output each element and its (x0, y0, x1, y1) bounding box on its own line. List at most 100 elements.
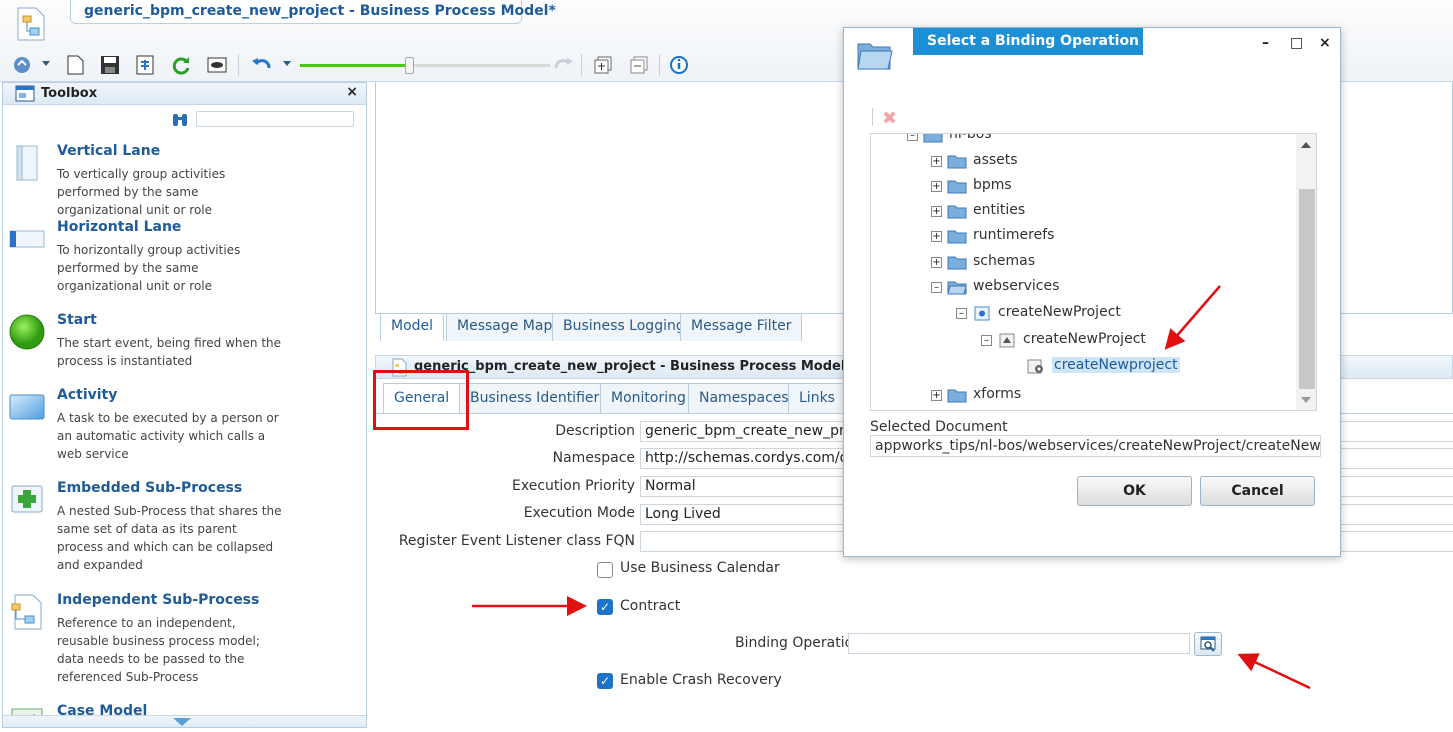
folder-icon (947, 256, 967, 270)
toolbox-item-independent-subprocess[interactable]: Independent Sub-Process Reference to an … (3, 592, 366, 697)
toolbox-icon (15, 85, 35, 102)
redo-icon[interactable] (553, 54, 575, 76)
tab-namespaces[interactable]: Namespaces (688, 383, 800, 413)
tool-name: Horizontal Lane (57, 219, 182, 235)
vertical-lane-icon (16, 145, 38, 181)
webservice-icon (999, 333, 1015, 348)
repository-tree: – nl-bos + assets + bpms + entities + ru… (870, 133, 1317, 411)
crash-recovery-checkbox[interactable]: ✓ (597, 673, 613, 689)
contract-checkbox[interactable]: ✓ (597, 599, 613, 615)
toolbox-item-embedded-subprocess[interactable]: Embedded Sub-Process A nested Sub-Proces… (3, 480, 366, 585)
toolbar (0, 50, 700, 80)
tree-node-label: runtimerefs (973, 227, 1055, 243)
minimize-icon[interactable]: – (1262, 35, 1269, 51)
tree-node-label: schemas (973, 253, 1035, 269)
close-icon[interactable]: × (346, 84, 358, 100)
chevron-down-icon[interactable] (173, 718, 191, 726)
toolbox-item-horizontal-lane[interactable]: Horizontal Lane To horizontally group ac… (3, 219, 366, 309)
toolbox-item-vertical-lane[interactable]: Vertical Lane To vertically group activi… (3, 143, 366, 217)
tree-scrollbar-thumb[interactable] (1299, 189, 1315, 389)
tool-name: Embedded Sub-Process (57, 480, 243, 496)
tool-name: Activity (57, 387, 118, 403)
tool-description: A nested Sub-Process that shares the sam… (57, 504, 282, 572)
close-icon[interactable]: × (1319, 35, 1331, 51)
tab-links[interactable]: Links (788, 383, 846, 413)
scroll-up-icon[interactable] (1301, 142, 1311, 148)
tab-message-map[interactable]: Message Map (446, 313, 564, 341)
maximize-icon[interactable]: □ (1290, 35, 1303, 51)
collapse-icon[interactable]: – (907, 134, 918, 141)
cancel-button[interactable]: Cancel (1200, 476, 1315, 506)
tool-description: To vertically group activities performed… (57, 167, 226, 217)
document-title-tab[interactable]: generic_bpm_create_new_project - Busines… (70, 0, 556, 24)
folder-icon (947, 155, 967, 169)
tree-node-label: webservices (973, 278, 1060, 294)
folder-open-icon (857, 43, 893, 70)
webservice-interface-icon (974, 306, 990, 321)
tab-message-filter[interactable]: Message Filter (680, 313, 803, 341)
expand-icon[interactable]: + (931, 181, 942, 192)
properties-title: generic_bpm_create_new_project - Busines… (414, 359, 853, 374)
folder-icon (947, 389, 967, 403)
browse-icon (1200, 636, 1216, 652)
expand-icon[interactable]: + (931, 156, 942, 167)
refresh-icon[interactable] (170, 54, 192, 76)
independent-subprocess-icon (11, 594, 42, 630)
divider (872, 108, 873, 126)
start-event-icon (9, 314, 45, 350)
save-as-icon[interactable] (134, 54, 156, 76)
toolbox-item-start[interactable]: Start The start event, being fired when … (3, 312, 366, 382)
use-business-calendar-checkbox[interactable] (597, 562, 613, 578)
collapse-all-icon[interactable] (628, 54, 650, 76)
tool-description: Reference to an independent, reusable bu… (57, 616, 260, 684)
tool-name: Start (57, 312, 97, 328)
tool-name: Vertical Lane (57, 143, 161, 159)
undo-icon[interactable] (250, 54, 272, 76)
operation-gear-icon (1027, 359, 1043, 374)
collapse-icon[interactable]: – (956, 308, 967, 319)
ok-button[interactable]: OK (1077, 476, 1192, 506)
execution-priority-label: Execution Priority (512, 478, 635, 494)
use-business-calendar-label: Use Business Calendar (620, 560, 780, 576)
binding-operation-label: Binding Operation (735, 635, 863, 651)
toolbox-search-input[interactable] (196, 111, 354, 127)
expand-icon[interactable]: + (931, 206, 942, 217)
expand-all-icon[interactable] (592, 54, 614, 76)
collapse-icon[interactable]: – (931, 282, 942, 293)
expand-icon[interactable]: + (931, 390, 942, 401)
namespace-label: Namespace (552, 450, 635, 466)
scroll-down-icon[interactable] (1301, 397, 1311, 403)
chevron-down-icon[interactable] (283, 61, 291, 66)
binding-operation-dialog: Select a Binding Operation – □ × ✖ – nl-… (843, 27, 1341, 557)
selected-document-field[interactable]: appworks_tips/nl-bos/webservices/createN… (870, 435, 1321, 457)
delete-icon[interactable]: ✖ (882, 108, 897, 129)
chevron-down-icon[interactable] (42, 61, 50, 66)
preview-icon[interactable] (206, 54, 228, 76)
collapse-icon[interactable]: – (981, 335, 992, 346)
binoculars-icon[interactable] (171, 110, 189, 128)
expand-icon[interactable]: + (931, 231, 942, 242)
publish-icon[interactable] (12, 54, 34, 76)
binding-operation-field[interactable] (848, 633, 1190, 654)
bpm-document-icon (17, 7, 45, 41)
toolbox-title: Toolbox (41, 86, 98, 101)
tree-node-label: entities (973, 202, 1026, 218)
tab-model[interactable]: Model (380, 313, 445, 341)
browse-binding-button[interactable] (1194, 632, 1222, 656)
tree-node-label: xforms (973, 386, 1022, 402)
tab-business-identifiers[interactable]: Business Identifiers (459, 383, 618, 413)
expand-icon[interactable]: + (931, 257, 942, 268)
tab-business-logging[interactable]: Business Logging (552, 313, 696, 341)
tab-monitoring[interactable]: Monitoring (600, 383, 697, 413)
info-icon[interactable] (668, 54, 690, 76)
tool-description: A task to be executed by a person or an … (57, 411, 279, 461)
zoom-slider-thumb[interactable] (405, 57, 414, 74)
toolbox-scroll-bar[interactable] (3, 715, 366, 727)
horizontal-lane-icon (9, 230, 45, 248)
new-document-icon[interactable] (64, 54, 86, 76)
tree-node-label: nl-bos (949, 133, 992, 142)
tree-node-label: bpms (973, 177, 1012, 193)
save-icon[interactable] (99, 54, 121, 76)
toolbox-item-activity[interactable]: Activity A task to be executed by a pers… (3, 387, 366, 477)
folder-icon (923, 134, 943, 143)
